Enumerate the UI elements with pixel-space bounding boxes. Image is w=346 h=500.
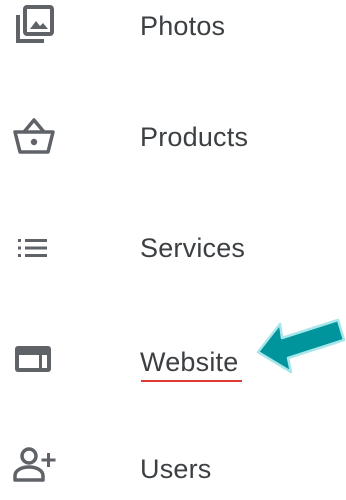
photo-library-icon <box>10 2 58 50</box>
nav-item-label: Users <box>140 454 212 484</box>
nav-item-users[interactable]: Users <box>0 440 346 500</box>
nav-item-label: Services <box>140 233 246 263</box>
nav-item-label: Products <box>140 122 249 152</box>
nav-item-label: Website <box>140 347 239 377</box>
nav-item-services[interactable]: Services <box>0 220 346 280</box>
highlight-underline <box>141 380 242 382</box>
nav-item-photos[interactable]: Photos <box>0 0 346 60</box>
basket-icon <box>10 112 58 160</box>
nav-item-label: Photos <box>140 11 226 41</box>
list-icon <box>10 224 58 272</box>
web-icon <box>10 335 58 383</box>
nav-item-products[interactable]: Products <box>0 110 346 170</box>
pointer-arrow-icon <box>256 318 346 374</box>
person-add-icon <box>10 442 58 490</box>
